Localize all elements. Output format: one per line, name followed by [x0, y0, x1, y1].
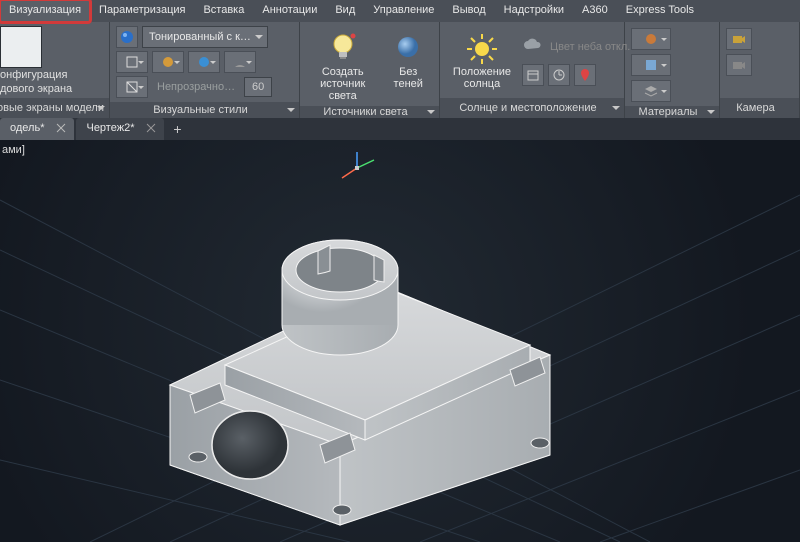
edge-style-button[interactable] — [116, 51, 148, 73]
viewport-label: ами] — [2, 144, 25, 156]
doc-tab-drawing2[interactable]: Чертеж2* — [76, 118, 164, 140]
close-icon[interactable] — [146, 123, 158, 135]
panel-view-config: онфигурация дового экрана овые экраны мо… — [0, 22, 110, 118]
ucs-icon — [340, 150, 380, 180]
visual-style-combo[interactable]: Тонированный с к… — [142, 26, 268, 48]
visual-style-swatch[interactable] — [116, 26, 138, 48]
create-light-button[interactable]: Создать источник света — [306, 30, 379, 102]
menu-insert[interactable]: Вставка — [194, 0, 253, 22]
menu-output[interactable]: Вывод — [443, 0, 494, 22]
add-tab-button[interactable]: + — [166, 118, 188, 140]
menu-view[interactable]: Вид — [326, 0, 364, 22]
panel-title-lights[interactable]: Источники света — [300, 106, 439, 118]
sun-date-button[interactable] — [522, 64, 544, 86]
view-thumbnail[interactable] — [0, 26, 42, 68]
panel-title-materials[interactable]: Материалы — [625, 106, 719, 118]
menu-bar: Визуализация Параметризация Вставка Анно… — [0, 0, 800, 22]
shadows-toggle-button[interactable] — [224, 51, 256, 73]
close-icon[interactable] — [56, 123, 68, 135]
xray-button[interactable] — [116, 76, 148, 98]
panel-lights: Создать источник света Без теней Источни… — [300, 22, 440, 118]
model-3d — [130, 195, 590, 535]
menu-visualize[interactable]: Визуализация — [0, 0, 90, 22]
sky-off-button[interactable]: Цвет неба откл. — [522, 32, 618, 60]
face-color-button[interactable] — [188, 51, 220, 73]
show-camera-button[interactable] — [726, 54, 752, 76]
material-mapping-button[interactable] — [631, 54, 671, 76]
sun-position-button[interactable]: Положение солнца — [446, 30, 518, 90]
menu-parametrize[interactable]: Параметризация — [90, 0, 194, 22]
viewport-3d[interactable]: ами] — [0, 140, 800, 542]
face-style-button[interactable] — [152, 51, 184, 73]
lightbulb-icon — [326, 32, 360, 66]
sphere-icon — [391, 32, 425, 66]
create-camera-button[interactable] — [726, 28, 752, 50]
panel-materials: Материалы — [625, 22, 720, 118]
cloud-icon — [522, 37, 544, 58]
sun-time-button[interactable] — [548, 64, 570, 86]
panel-title-views[interactable]: овые экраны модели — [0, 98, 109, 118]
panel-title-camera[interactable]: Камера — [720, 98, 799, 118]
doc-tab-model[interactable]: одель* — [0, 118, 74, 140]
panel-visual-styles: Тонированный с к… Н — [110, 22, 300, 118]
menu-annotations[interactable]: Аннотации — [253, 0, 326, 22]
panel-sun: Положение солнца Цвет неба откл. — [440, 22, 625, 118]
view-config-label-2: дового экрана — [0, 83, 72, 96]
attach-by-layer-button[interactable] — [631, 80, 671, 102]
document-tabs: одель* Чертеж2* + — [0, 118, 800, 140]
menu-manage[interactable]: Управление — [364, 0, 443, 22]
view-config-label-1: онфигурация — [0, 69, 67, 82]
location-button[interactable] — [574, 64, 596, 86]
ribbon: онфигурация дового экрана овые экраны мо… — [0, 22, 800, 118]
no-shadows-button[interactable]: Без теней — [383, 30, 433, 90]
opacity-value[interactable]: 60 — [244, 77, 272, 97]
panel-title-visual-styles[interactable]: Визуальные стили — [110, 102, 299, 118]
materials-browser-button[interactable] — [631, 28, 671, 50]
menu-addins[interactable]: Надстройки — [495, 0, 573, 22]
menu-a360[interactable]: A360 — [573, 0, 617, 22]
panel-title-sun[interactable]: Солнце и местоположение — [440, 98, 624, 118]
menu-express-tools[interactable]: Express Tools — [617, 0, 703, 22]
panel-camera: Камера — [720, 22, 800, 118]
sun-icon — [465, 32, 499, 66]
opacity-label: Непрозрачно… — [152, 76, 240, 98]
